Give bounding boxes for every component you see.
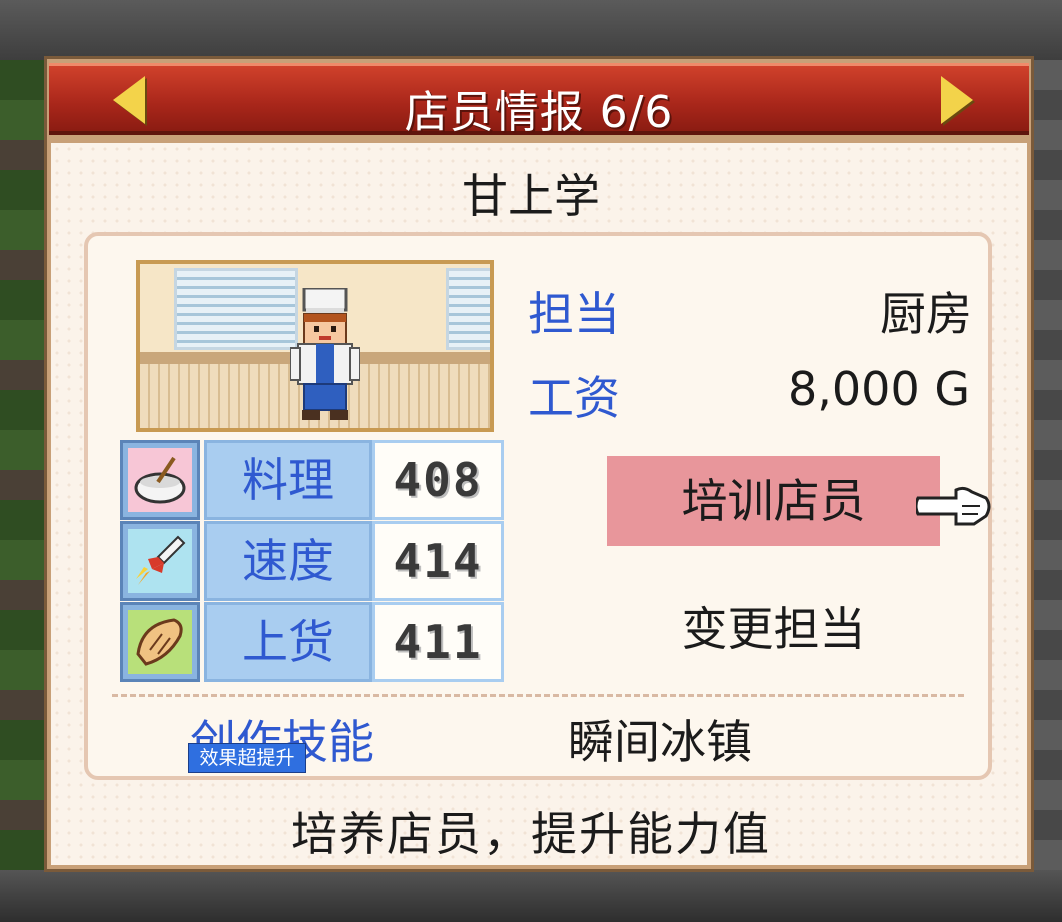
next-staff-arrow-icon[interactable] [941,76,973,124]
cooking-bowl-icon [120,440,200,520]
window-blinds [174,268,298,350]
background-street [0,870,1062,922]
change-role-button[interactable]: 变更担当 [607,584,940,674]
staff-name: 甘上学 [462,169,600,223]
bread-icon [120,602,200,682]
chef-sprite [290,288,360,420]
role-label: 担当 [528,287,620,341]
stat-label: 速度 [204,521,372,601]
hint-text: 培养店员，提升能力值 [291,807,771,861]
title-bar: 店员情报 6/6 [49,63,1029,138]
role-value: 厨房 [880,287,972,341]
stat-row-stocking: 上货 411 [120,602,504,684]
stat-label: 上货 [204,602,372,682]
stat-value: 408 [372,440,504,520]
skill-effect-badge: 效果超提升 [188,743,306,773]
window-blinds [446,268,490,350]
stat-label: 料理 [204,440,372,520]
background-top [0,0,1062,60]
rocket-icon [120,521,200,601]
divider [112,694,964,697]
stat-value: 411 [372,602,504,682]
salary-label: 工资 [528,371,620,425]
stat-value: 414 [372,521,504,601]
salary-value: 8,000 G [788,362,970,416]
stat-row-cooking: 料理 408 [120,440,504,522]
skill-value: 瞬间冰镇 [568,715,752,769]
train-staff-button[interactable]: 培训店员 [607,456,940,546]
staff-portrait [136,260,494,432]
panel-title: 店员情报 6/6 [404,87,674,138]
pointing-hand-icon [916,486,991,526]
stat-row-speed: 速度 414 [120,521,504,603]
